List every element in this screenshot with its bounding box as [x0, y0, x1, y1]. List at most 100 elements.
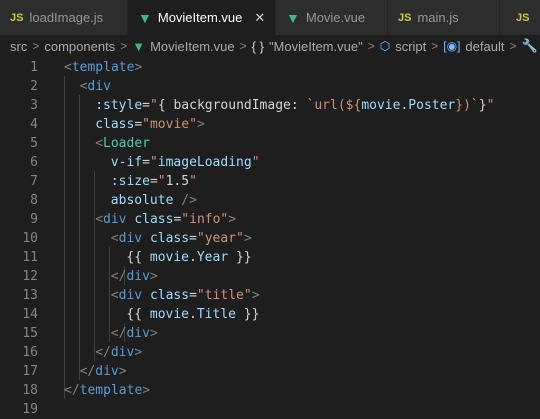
line-number: 6: [30, 155, 38, 170]
code-text: {{: [126, 307, 150, 322]
code-text: =: [134, 117, 143, 132]
code-content: {{ movie.Title }}: [126, 305, 259, 324]
punctuation: </: [95, 345, 111, 360]
punctuation: >: [134, 345, 143, 360]
code-editor[interactable]: 1 <template> 2 <div 3:style="{ backgroundIma…: [0, 57, 540, 417]
code-line[interactable]: 11 {{ movie.Year }}: [0, 248, 540, 267]
attribute-name: class: [149, 231, 190, 246]
code-line[interactable]: 9 <div class="info">: [0, 210, 540, 229]
string-literal: "title": [196, 288, 252, 303]
breadcrumb-src[interactable]: src: [10, 39, 27, 54]
line-number: 19: [22, 402, 38, 417]
code-text: .: [189, 250, 197, 265]
string-literal: "movie": [142, 117, 197, 132]
line-number: 11: [22, 250, 38, 265]
code-line[interactable]: 5 <Loader: [0, 134, 540, 153]
tab-overflow[interactable]: JS: [500, 0, 540, 35]
breadcrumb-export[interactable]: "MovieItem.vue": [269, 39, 363, 54]
punctuation: >: [149, 269, 158, 284]
editor-tab-bar: JS loadImage.js ▼ MovieItem.vue ✕ ▼ Movi…: [0, 0, 540, 35]
identifier: Year: [196, 250, 229, 265]
code-line[interactable]: 8 absolute />: [0, 191, 540, 210]
code-content: <div class="year">: [111, 229, 252, 248]
string-literal: `url(${: [306, 98, 362, 113]
tag-name: div: [87, 79, 111, 94]
tag-name: div: [95, 364, 119, 379]
line-number: 13: [22, 288, 38, 303]
code-line[interactable]: 7:size="1.5": [0, 172, 540, 191]
line-number: 5: [30, 136, 38, 151]
code-text: {{: [126, 250, 150, 265]
string-literal: "year": [196, 231, 244, 246]
string-literal: ": [189, 174, 197, 189]
chevron-right-icon: >: [509, 39, 517, 53]
tag-name: div: [103, 212, 127, 227]
vue-file-icon: ▼: [138, 9, 152, 26]
attribute-name: :style: [95, 98, 143, 113]
code-line[interactable]: 19: [0, 400, 540, 419]
punctuation: <: [95, 212, 104, 227]
code-content: class="movie">: [95, 115, 205, 134]
code-line[interactable]: 2 <div: [0, 77, 540, 96]
punctuation: <: [110, 231, 119, 246]
punctuation: </: [110, 326, 127, 341]
line-number: 18: [22, 383, 38, 398]
code-line[interactable]: 10 <div class="year">: [0, 229, 540, 248]
line-number: 4: [30, 117, 38, 132]
symbol-icon: [◉]: [443, 39, 461, 53]
code-content: :size="1.5": [111, 172, 197, 191]
tab-main-js[interactable]: JS main.js: [388, 0, 500, 35]
code-line[interactable]: 12 </div>: [0, 267, 540, 286]
code-line[interactable]: 3:style="{ backgroundImage: `url(${movie…: [0, 96, 540, 115]
code-line[interactable]: 13 <div class="title">: [0, 286, 540, 305]
line-number: 15: [22, 326, 38, 341]
tab-movie-vue[interactable]: ▼ Movie.vue: [276, 0, 388, 35]
code-content: :style="{ backgroundImage: `url(${movie.…: [95, 96, 494, 115]
punctuation: >: [134, 60, 143, 75]
tab-movieitem-vue[interactable]: ▼ MovieItem.vue ✕: [128, 0, 276, 35]
code-line[interactable]: 14 {{ movie.Title }}: [0, 305, 540, 324]
breadcrumb-components[interactable]: components: [44, 39, 115, 54]
code-line[interactable]: 16 </div>: [0, 343, 540, 362]
breadcrumb-script[interactable]: script: [395, 39, 426, 54]
line-number: 1: [30, 60, 38, 75]
string-literal: ": [149, 98, 158, 113]
punctuation: >: [228, 212, 237, 227]
tag-name: div: [126, 269, 150, 284]
close-icon[interactable]: ✕: [254, 10, 265, 26]
breadcrumb-default[interactable]: default: [465, 39, 504, 54]
line-number: 12: [22, 269, 38, 284]
code-line[interactable]: 15 </div>: [0, 324, 540, 343]
js-file-icon: JS: [398, 11, 412, 24]
code-line[interactable]: 1 <template>: [0, 58, 540, 77]
tag-name: div: [110, 345, 135, 360]
code-text: { backgroundImage:: [157, 98, 307, 113]
breadcrumb-file[interactable]: MovieItem.vue: [150, 39, 235, 54]
js-file-icon: JS: [516, 11, 530, 24]
tab-label: loadImage.js: [29, 10, 104, 25]
string-literal: })`: [455, 98, 479, 113]
code-line[interactable]: 18 </template>: [0, 381, 540, 400]
code-line[interactable]: 4 class="movie">: [0, 115, 540, 134]
wrench-icon: 🔧: [521, 38, 538, 53]
punctuation: >: [142, 383, 151, 398]
attribute-name: class: [149, 288, 190, 303]
code-text: =: [189, 288, 197, 303]
string-literal: ": [149, 155, 158, 170]
tab-loadimage-js[interactable]: JS loadImage.js: [0, 0, 128, 35]
code-line[interactable]: 6 v-if="imageLoading": [0, 153, 540, 172]
breadcrumb: src > components > ▼ MovieItem.vue > { }…: [0, 35, 540, 57]
code-content: <div class="info">: [95, 210, 236, 229]
code-content: </div>: [80, 362, 127, 381]
tab-label: Movie.vue: [305, 10, 366, 25]
vue-file-icon: ▼: [286, 9, 300, 26]
cube-icon: ⬡: [379, 39, 391, 53]
attribute-name: v-if: [110, 155, 143, 170]
line-number: 9: [30, 212, 38, 227]
punctuation: </: [110, 269, 127, 284]
code-line[interactable]: 17 </div>: [0, 362, 540, 381]
code-text: =: [189, 231, 197, 246]
tag-name: div: [126, 326, 150, 341]
